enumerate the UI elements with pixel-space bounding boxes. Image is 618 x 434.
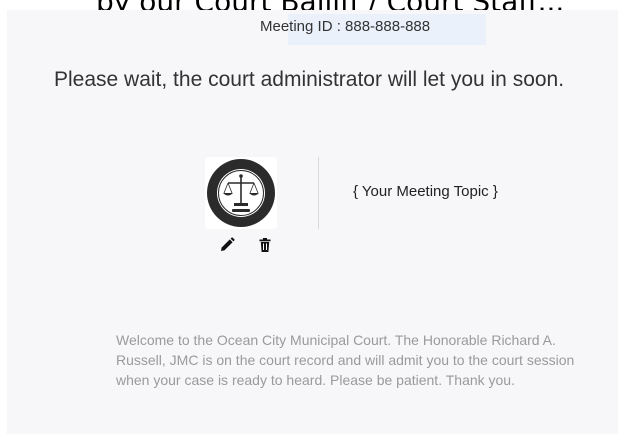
trash-icon[interactable]: [256, 236, 274, 254]
court-seal-icon: [207, 159, 275, 227]
waiting-message: Please wait, the court administrator wil…: [54, 68, 565, 91]
divider: [318, 157, 319, 229]
pencil-icon[interactable]: [218, 236, 236, 254]
court-seal-logo: [205, 157, 277, 229]
meeting-topic: { Your Meeting Topic }: [353, 183, 498, 200]
welcome-message: Welcome to the Ocean City Municipal Cour…: [116, 332, 575, 388]
meeting-id: Meeting ID : 888-888-888: [260, 18, 431, 35]
